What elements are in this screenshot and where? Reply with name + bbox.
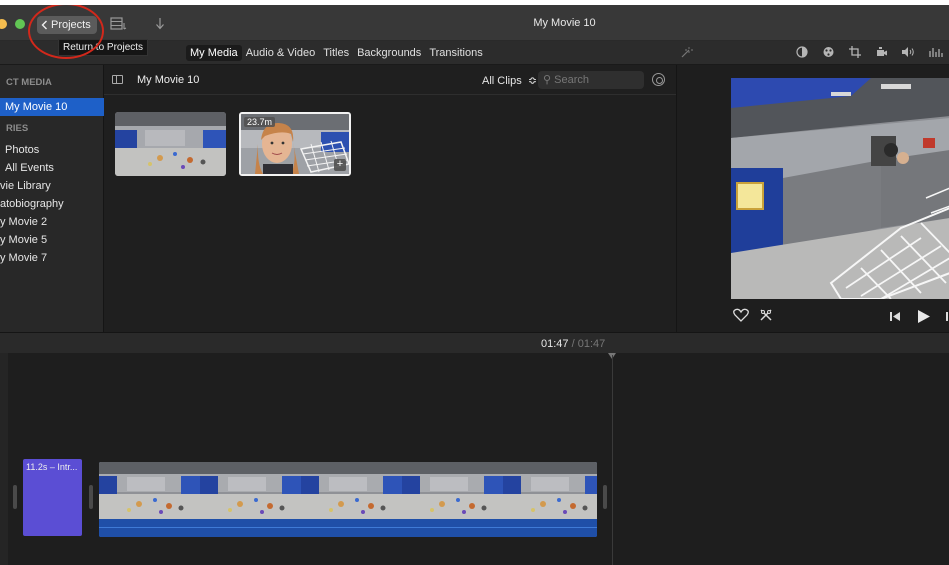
color-balance-icon[interactable] — [796, 46, 808, 58]
timeline-left-edge — [0, 353, 8, 565]
favorite-heart-icon[interactable] — [733, 308, 749, 322]
clip-filter-select[interactable]: All Clips ≎ — [482, 74, 537, 87]
search-input[interactable]: ⚲ Search — [538, 71, 644, 89]
add-clip-button[interactable]: + — [334, 159, 346, 171]
updown-chevron-icon: ≎ — [524, 75, 538, 87]
imovie-window: Projects My Movie 10 Return to Projects … — [0, 5, 949, 565]
libraries-heading: RIES — [6, 123, 29, 134]
filmstrip-frames — [99, 462, 597, 519]
color-correction-icon[interactable] — [822, 46, 835, 58]
reject-x-icon[interactable] — [759, 308, 773, 322]
equalizer-icon[interactable] — [929, 46, 943, 58]
preview-frame[interactable] — [731, 78, 949, 299]
tab-titles[interactable]: Titles — [319, 45, 353, 61]
clip-filter-label: All Clips — [482, 75, 522, 87]
browser-header: My Movie 10 All Clips ≎ ⚲ Search — [104, 65, 676, 95]
playhead-line[interactable] — [612, 355, 613, 565]
tooltip: Return to Projects — [58, 39, 149, 56]
title-clip-label: 11.2s – Intr... — [26, 462, 78, 472]
clip-thumbnail[interactable] — [115, 112, 226, 176]
media-browser: My Movie 10 All Clips ≎ ⚲ Search 23.7m + — [104, 65, 676, 332]
timeline-header: 01:47 / 01:47 — [0, 332, 949, 353]
search-icon: ⚲ — [543, 74, 555, 86]
clip-thumbnail-selected[interactable]: 23.7m + — [239, 112, 351, 176]
sidebar-item-autobiography[interactable]: atobiography — [0, 195, 104, 213]
audio-waveform — [99, 519, 597, 537]
volume-icon[interactable] — [901, 46, 915, 58]
window-title: My Movie 10 — [533, 17, 596, 29]
browser-title: My Movie 10 — [137, 74, 200, 86]
crop-icon[interactable] — [849, 46, 861, 58]
title-bar: Projects My Movie 10 — [0, 5, 949, 41]
sidebar-item-my-movie-5[interactable]: y Movie 5 — [0, 231, 104, 249]
video-filmstrip — [99, 462, 597, 519]
search-placeholder: Search — [554, 74, 589, 86]
tab-transitions[interactable]: Transitions — [425, 45, 486, 61]
play-icon[interactable] — [917, 309, 931, 324]
video-clip[interactable] — [99, 462, 597, 537]
current-time: 01:47 — [541, 338, 569, 350]
clip-trim-handle[interactable] — [603, 485, 607, 509]
sidebar-item-photos[interactable]: Photos — [0, 141, 104, 159]
adjustment-toolbar — [796, 46, 949, 58]
gym-scene-thumbnail — [115, 112, 226, 176]
time-separator: / — [571, 338, 575, 350]
skip-back-icon[interactable] — [889, 311, 901, 322]
sidebar-item-my-movie-7[interactable]: y Movie 7 — [0, 249, 104, 267]
gear-icon[interactable] — [652, 73, 665, 86]
title-clip[interactable]: 11.2s – Intr... — [23, 459, 82, 536]
stabilization-icon[interactable] — [875, 46, 887, 58]
sidebar-item-movie-library[interactable]: vie Library — [0, 177, 104, 195]
sidebar-item-my-movie-10[interactable]: My Movie 10 — [0, 98, 104, 116]
media-tabs: My Media Audio & Video Titles Background… — [186, 45, 487, 61]
tab-backgrounds[interactable]: Backgrounds — [353, 45, 425, 61]
sidebar-toggle-icon[interactable] — [112, 75, 123, 84]
total-time: 01:47 — [577, 338, 606, 350]
tab-audio-video[interactable]: Audio & Video — [242, 45, 320, 61]
tab-my-media[interactable]: My Media — [186, 45, 242, 61]
magic-wand-icon[interactable] — [679, 46, 693, 60]
skip-forward-icon[interactable] — [943, 311, 949, 322]
sidebar-item-my-movie-2[interactable]: y Movie 2 — [0, 213, 104, 231]
preview-viewer — [676, 65, 949, 332]
clip-duration-badge: 23.7m — [244, 117, 276, 127]
library-sidebar: CT MEDIA My Movie 10 RIES Photos All Eve… — [0, 65, 104, 332]
clip-trim-handle[interactable] — [89, 485, 93, 509]
project-media-heading: CT MEDIA — [6, 77, 52, 88]
timecode-display: 01:47 / 01:47 — [541, 338, 605, 350]
clip-trim-handle[interactable] — [13, 485, 17, 509]
sidebar-item-all-events[interactable]: All Events — [0, 159, 104, 177]
